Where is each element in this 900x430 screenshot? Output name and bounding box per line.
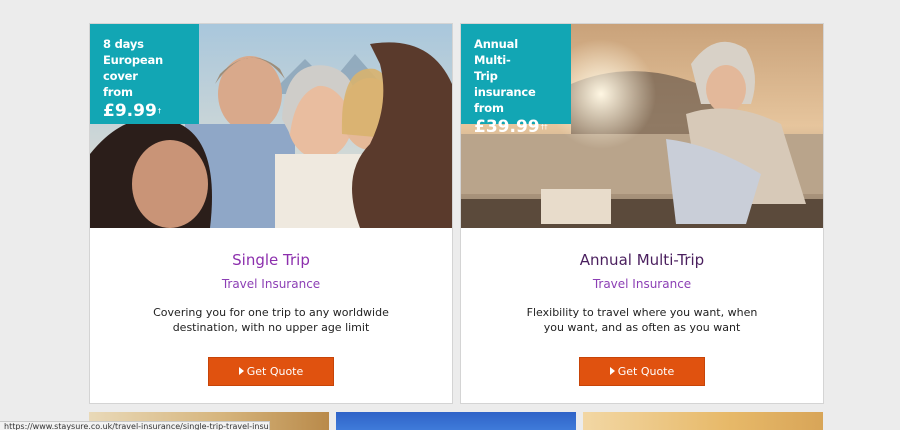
price-badge: 8 days European cover from £9.99† (90, 24, 199, 124)
single-trip-card: 8 days European cover from £9.99† Single… (89, 23, 453, 404)
annual-multi-trip-card: Annual Multi- Trip insurance from £39.99… (460, 23, 824, 404)
badge-line-3: from (103, 85, 133, 99)
badge-line-3: from (474, 101, 504, 115)
card-subtitle: Travel Insurance (592, 277, 692, 291)
friends-laughing-photo: 8 days European cover from £9.99† (90, 24, 452, 228)
card-subtitle: Travel Insurance (221, 277, 321, 291)
card-title: Annual Multi-Trip (579, 251, 705, 269)
next-card-image-2[interactable] (336, 412, 576, 430)
badge-line-1: Annual Multi- (474, 37, 518, 67)
next-card-image-3[interactable] (583, 412, 823, 430)
badge-price-value: £9.99 (103, 101, 157, 121)
browser-status-url: https://www.staysure.co.uk/travel-insura… (0, 421, 270, 430)
badge-line-2: Trip insurance (474, 69, 536, 99)
badge-line-2: European cover (103, 53, 163, 83)
badge-price-mark: † (157, 107, 162, 115)
badge-price: £39.99†† (474, 116, 558, 138)
badge-price: £9.99† (103, 100, 186, 122)
card-body: Annual Multi-Trip Travel Insurance Flexi… (461, 228, 823, 386)
card-description: Covering you for one trip to any worldwi… (153, 306, 389, 334)
get-quote-button[interactable]: Get Quote (579, 357, 705, 386)
button-label: Get Quote (246, 365, 304, 378)
badge-line-1: 8 days (103, 37, 144, 51)
card-description: Flexibility to travel where you want, wh… (526, 306, 758, 334)
card-body: Single Trip Travel Insurance Covering yo… (90, 228, 452, 386)
price-badge: Annual Multi- Trip insurance from £39.99… (461, 24, 571, 137)
caret-right-icon (609, 367, 615, 375)
badge-price-value: £39.99 (474, 117, 540, 137)
get-quote-button[interactable]: Get Quote (208, 357, 334, 386)
button-label: Get Quote (617, 365, 675, 378)
woman-by-lake-photo: Annual Multi- Trip insurance from £39.99… (461, 24, 823, 228)
card-title: Single Trip (232, 251, 310, 269)
badge-price-mark: †† (540, 123, 548, 131)
caret-right-icon (238, 367, 244, 375)
